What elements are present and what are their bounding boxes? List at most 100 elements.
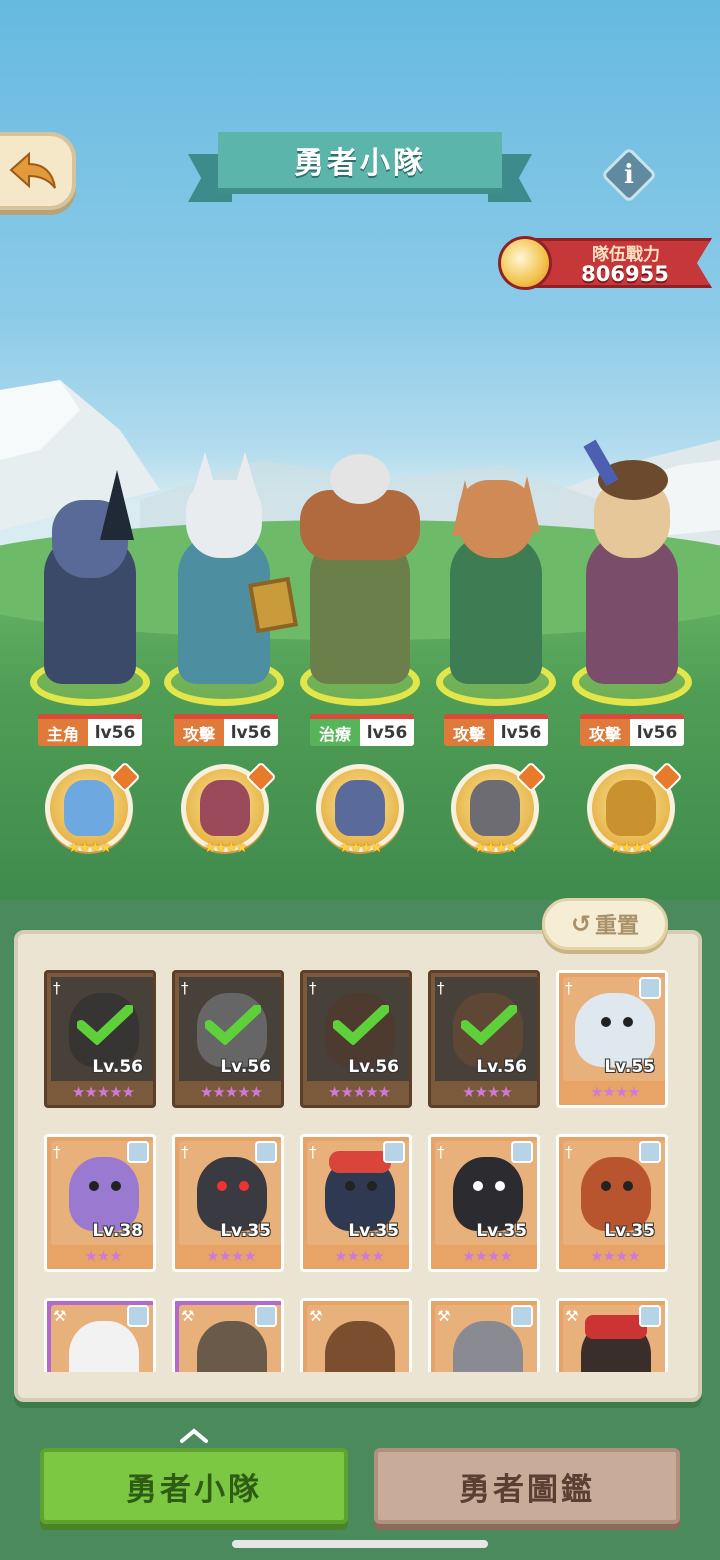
roster-card[interactable]: ⚒ — [428, 1298, 540, 1372]
pet-slot-4[interactable]: ★★★★ — [448, 761, 547, 860]
hammer-icon — [639, 1141, 661, 1163]
pet-slot-2[interactable]: ★★★★ — [178, 761, 277, 860]
role-label: 攻擊 — [444, 719, 494, 746]
chevron-up-icon[interactable] — [178, 1426, 210, 1444]
sword-icon: † — [181, 979, 189, 997]
role-label: 治療 — [310, 719, 360, 746]
roster-card[interactable]: ⚒ — [44, 1298, 156, 1372]
roster-card[interactable]: † Lv.55 ★★★★ — [556, 970, 668, 1108]
card-level: Lv.38 — [92, 1221, 143, 1241]
check-icon — [77, 1005, 133, 1045]
check-icon — [461, 1005, 517, 1045]
sword-icon: † — [53, 979, 61, 997]
roster-card[interactable]: ⚒ — [300, 1298, 412, 1372]
level-label: lv56 — [88, 719, 142, 746]
hammer-icon: ⚒ — [565, 1307, 579, 1325]
card-stars: ★★★★ — [590, 1083, 641, 1101]
tab-hero-team[interactable]: 勇者小隊 — [40, 1448, 348, 1524]
hammer-icon: ⚒ — [53, 1307, 67, 1325]
card-level: Lv.56 — [92, 1057, 143, 1077]
sword-icon: † — [309, 979, 317, 997]
team-power-value: 806955 — [581, 262, 669, 286]
card-level: Lv.35 — [476, 1221, 527, 1241]
card-level: Lv.56 — [476, 1057, 527, 1077]
hero-tag-3: 治療 lv56 — [310, 714, 414, 746]
card-level: Lv.35 — [220, 1221, 271, 1241]
role-label: 主角 — [38, 719, 88, 746]
hero-roster-grid: † Lv.56 ★★★★★ † Lv.56 ★★★★★ † Lv.56 ★★★★… — [30, 968, 682, 1372]
hero-tag-2: 攻擊 lv56 — [174, 714, 278, 746]
refresh-icon: ↺ — [570, 910, 592, 938]
pet-stars: ★★★★ — [338, 840, 383, 856]
pet-slot-5[interactable]: ★★★★ — [584, 761, 683, 860]
card-stars: ★★★★ — [590, 1247, 641, 1265]
sword-icon: † — [565, 1143, 573, 1161]
pet-stars: ★★★★ — [203, 840, 248, 856]
level-label: lv56 — [360, 719, 414, 746]
reset-button[interactable]: ↺ 重置 — [542, 898, 668, 950]
reset-label: 重置 — [595, 914, 640, 939]
hero-tag-5: 攻擊 lv56 — [580, 714, 684, 746]
back-arrow-icon — [9, 151, 56, 189]
hero-tag-4: 攻擊 lv56 — [444, 714, 548, 746]
hero-tag-1: 主角 lv56 — [38, 714, 142, 746]
roster-card[interactable]: † Lv.35 ★★★★ — [556, 1134, 668, 1272]
check-icon — [333, 1005, 389, 1045]
back-button[interactable] — [0, 132, 76, 210]
hero-slot-3[interactable] — [292, 440, 428, 710]
card-stars: ★★★★ — [206, 1247, 257, 1265]
sword-icon: † — [437, 979, 445, 997]
roster-card[interactable]: † Lv.56 ★★★★ — [428, 970, 540, 1108]
fist-icon — [498, 236, 552, 290]
card-stars: ★★★★ — [462, 1083, 513, 1101]
card-level: Lv.35 — [604, 1221, 655, 1241]
info-icon: i — [624, 160, 634, 190]
sword-icon: † — [309, 1143, 317, 1161]
roster-card[interactable]: † Lv.35 ★★★★ — [172, 1134, 284, 1272]
role-label: 攻擊 — [580, 719, 630, 746]
roster-card[interactable]: † Lv.56 ★★★★★ — [300, 970, 412, 1108]
card-level: Lv.56 — [220, 1057, 271, 1077]
level-label: lv56 — [494, 719, 548, 746]
pet-slot-1[interactable]: ★★★★ — [42, 761, 141, 860]
card-level: Lv.35 — [348, 1221, 399, 1241]
sword-icon: † — [181, 1143, 189, 1161]
hero-slot-4[interactable] — [428, 440, 564, 710]
roster-card[interactable]: ⚒ — [556, 1298, 668, 1372]
card-stars: ★★★ — [84, 1247, 122, 1265]
hero-slot-5[interactable] — [564, 439, 700, 710]
check-icon — [205, 1005, 261, 1045]
card-level: Lv.56 — [348, 1057, 399, 1077]
team-power-badge: 隊伍戰力 806955 — [496, 232, 716, 292]
page-title: 勇者小隊 — [218, 132, 502, 194]
hammer-icon — [127, 1141, 149, 1163]
level-label: lv56 — [224, 719, 278, 746]
roster-card[interactable]: ⚒ — [172, 1298, 284, 1372]
pet-slot-3[interactable]: ★★★★ — [313, 764, 407, 860]
sword-icon: † — [53, 1143, 61, 1161]
hammer-icon — [255, 1141, 277, 1163]
hammer-icon — [639, 1305, 661, 1327]
hammer-icon — [255, 1305, 277, 1327]
info-button[interactable]: i — [600, 146, 658, 204]
card-stars: ★★★★★ — [199, 1083, 263, 1101]
card-stars: ★★★★★ — [71, 1083, 135, 1101]
home-indicator[interactable] — [232, 1540, 488, 1548]
hero-slot-2[interactable] — [156, 440, 299, 710]
pet-stars: ★★★★ — [67, 840, 112, 856]
card-stars: ★★★★★ — [327, 1083, 391, 1101]
hammer-icon — [511, 1141, 533, 1163]
roster-card[interactable]: † Lv.56 ★★★★★ — [172, 970, 284, 1108]
sword-icon: † — [437, 1143, 445, 1161]
pet-stars: ★★★★ — [473, 840, 518, 856]
card-level: Lv.55 — [604, 1057, 655, 1077]
hammer-icon: ⚒ — [181, 1307, 195, 1325]
roster-card[interactable]: † Lv.35 ★★★★ — [428, 1134, 540, 1272]
roster-card[interactable]: † Lv.35 ★★★★ — [300, 1134, 412, 1272]
tab-hero-codex[interactable]: 勇者圖鑑 — [374, 1448, 680, 1524]
hero-slot-1[interactable] — [22, 440, 158, 710]
roster-card[interactable]: † Lv.38 ★★★ — [44, 1134, 156, 1272]
sword-icon: † — [565, 979, 573, 997]
title-banner: 勇者小隊 — [188, 132, 532, 206]
roster-card[interactable]: † Lv.56 ★★★★★ — [44, 970, 156, 1108]
